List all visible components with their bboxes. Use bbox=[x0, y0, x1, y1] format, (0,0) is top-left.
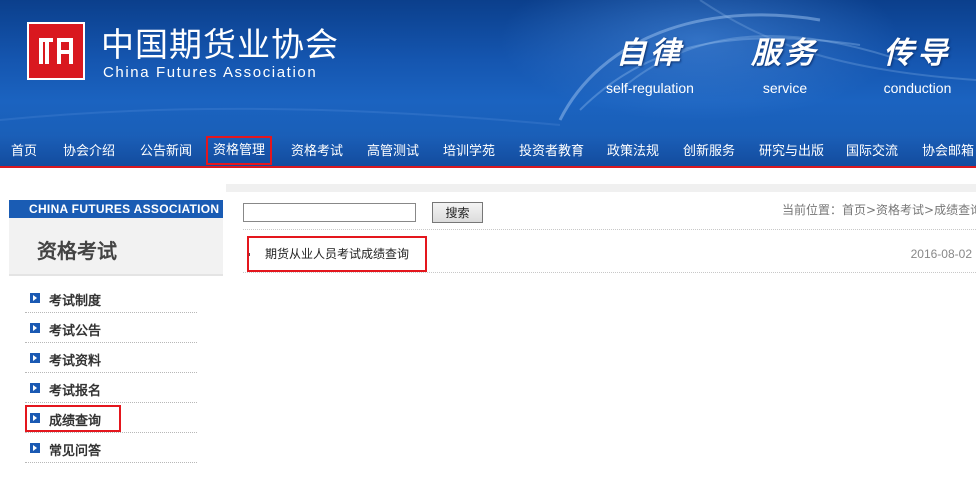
divider bbox=[243, 229, 976, 230]
sidebar-item-exam-notice[interactable]: 考试公告 bbox=[25, 313, 197, 343]
sidebar-item-exam-system[interactable]: 考试制度 bbox=[25, 283, 197, 313]
motto-en: self-regulation bbox=[606, 80, 694, 96]
motto-en: conduction bbox=[883, 80, 952, 96]
sidebar-item-exam-registration[interactable]: 考试报名 bbox=[25, 373, 197, 403]
nav-item-news[interactable]: 公告新闻 bbox=[140, 135, 192, 168]
motto-cn: 自律 bbox=[616, 36, 684, 71]
motto-cn: 服务 bbox=[751, 36, 819, 71]
motto-cn: 传导 bbox=[883, 36, 952, 71]
sidebar-item-label: 常见问答 bbox=[49, 444, 102, 459]
sidebar-header: CHINA FUTURES ASSOCIATION bbox=[9, 200, 223, 218]
nav-item-policy[interactable]: 政策法规 bbox=[607, 135, 659, 168]
sidebar-item-label: 考试公告 bbox=[49, 324, 102, 339]
motto-self-regulation: 自律 self-regulation bbox=[606, 28, 694, 96]
article-date: 2016-08-02 bbox=[910, 247, 972, 261]
search-button[interactable]: 搜索 bbox=[432, 202, 483, 223]
arrow-bullet-icon bbox=[30, 443, 40, 453]
sidebar-item-label: 考试报名 bbox=[49, 384, 102, 399]
arrow-bullet-icon bbox=[30, 353, 40, 363]
article-link[interactable]: 期货从业人员考试成绩查询 bbox=[247, 236, 428, 272]
sidebar-item-faq[interactable]: 常见问答 bbox=[25, 433, 197, 463]
main-nav: 首页 协会介绍 公告新闻 资格管理 资格考试 高管测试 培训学苑 投资者教育 政… bbox=[0, 135, 976, 168]
nav-item-about[interactable]: 协会介绍 bbox=[63, 135, 115, 168]
divider bbox=[243, 272, 976, 273]
highlight-box bbox=[25, 405, 121, 432]
search-input[interactable] bbox=[243, 203, 416, 222]
motto-service: 服务 service bbox=[745, 28, 825, 96]
content-top-strip bbox=[226, 184, 976, 192]
nav-item-research[interactable]: 研究与出版 bbox=[759, 135, 824, 168]
motto-en: service bbox=[762, 80, 808, 96]
org-name-cn: 中国期货业协会 bbox=[101, 25, 339, 64]
header-banner: 中国期货业协会 China Futures Association 自律 sel… bbox=[0, 0, 976, 135]
sidebar-item-label: 考试制度 bbox=[49, 294, 102, 309]
sidebar-title-box: 资格考试 bbox=[9, 218, 223, 276]
motto-conduction: 传导 conduction bbox=[875, 28, 960, 96]
arrow-bullet-icon bbox=[30, 293, 40, 303]
sidebar-item-label: 考试资料 bbox=[49, 354, 102, 369]
nav-item-exec-test[interactable]: 高管测试 bbox=[367, 135, 419, 168]
nav-item-innovation[interactable]: 创新服务 bbox=[683, 135, 735, 168]
nav-item-home[interactable]: 首页 bbox=[11, 135, 37, 168]
cfa-logo[interactable] bbox=[27, 22, 85, 80]
sidebar-item-exam-materials[interactable]: 考试资料 bbox=[25, 343, 197, 373]
breadcrumb: 当前位置：首页>资格考试>成绩查询 bbox=[782, 203, 976, 217]
nav-item-mailbox[interactable]: 协会邮箱 bbox=[922, 135, 974, 168]
nav-item-international[interactable]: 国际交流 bbox=[846, 135, 898, 168]
nav-item-exam[interactable]: 资格考试 bbox=[291, 135, 343, 168]
arrow-bullet-icon bbox=[30, 323, 40, 333]
nav-item-investor-edu[interactable]: 投资者教育 bbox=[519, 135, 584, 168]
org-name-en: China Futures Association bbox=[103, 64, 318, 81]
nav-item-training[interactable]: 培训学苑 bbox=[443, 135, 495, 168]
sidebar-title: 资格考试 bbox=[37, 239, 117, 263]
list-item: 期货从业人员考试成绩查询 2016-08-02 bbox=[243, 236, 976, 272]
arrow-bullet-icon bbox=[30, 383, 40, 393]
nav-item-qualification-mgmt[interactable]: 资格管理 bbox=[206, 136, 273, 165]
